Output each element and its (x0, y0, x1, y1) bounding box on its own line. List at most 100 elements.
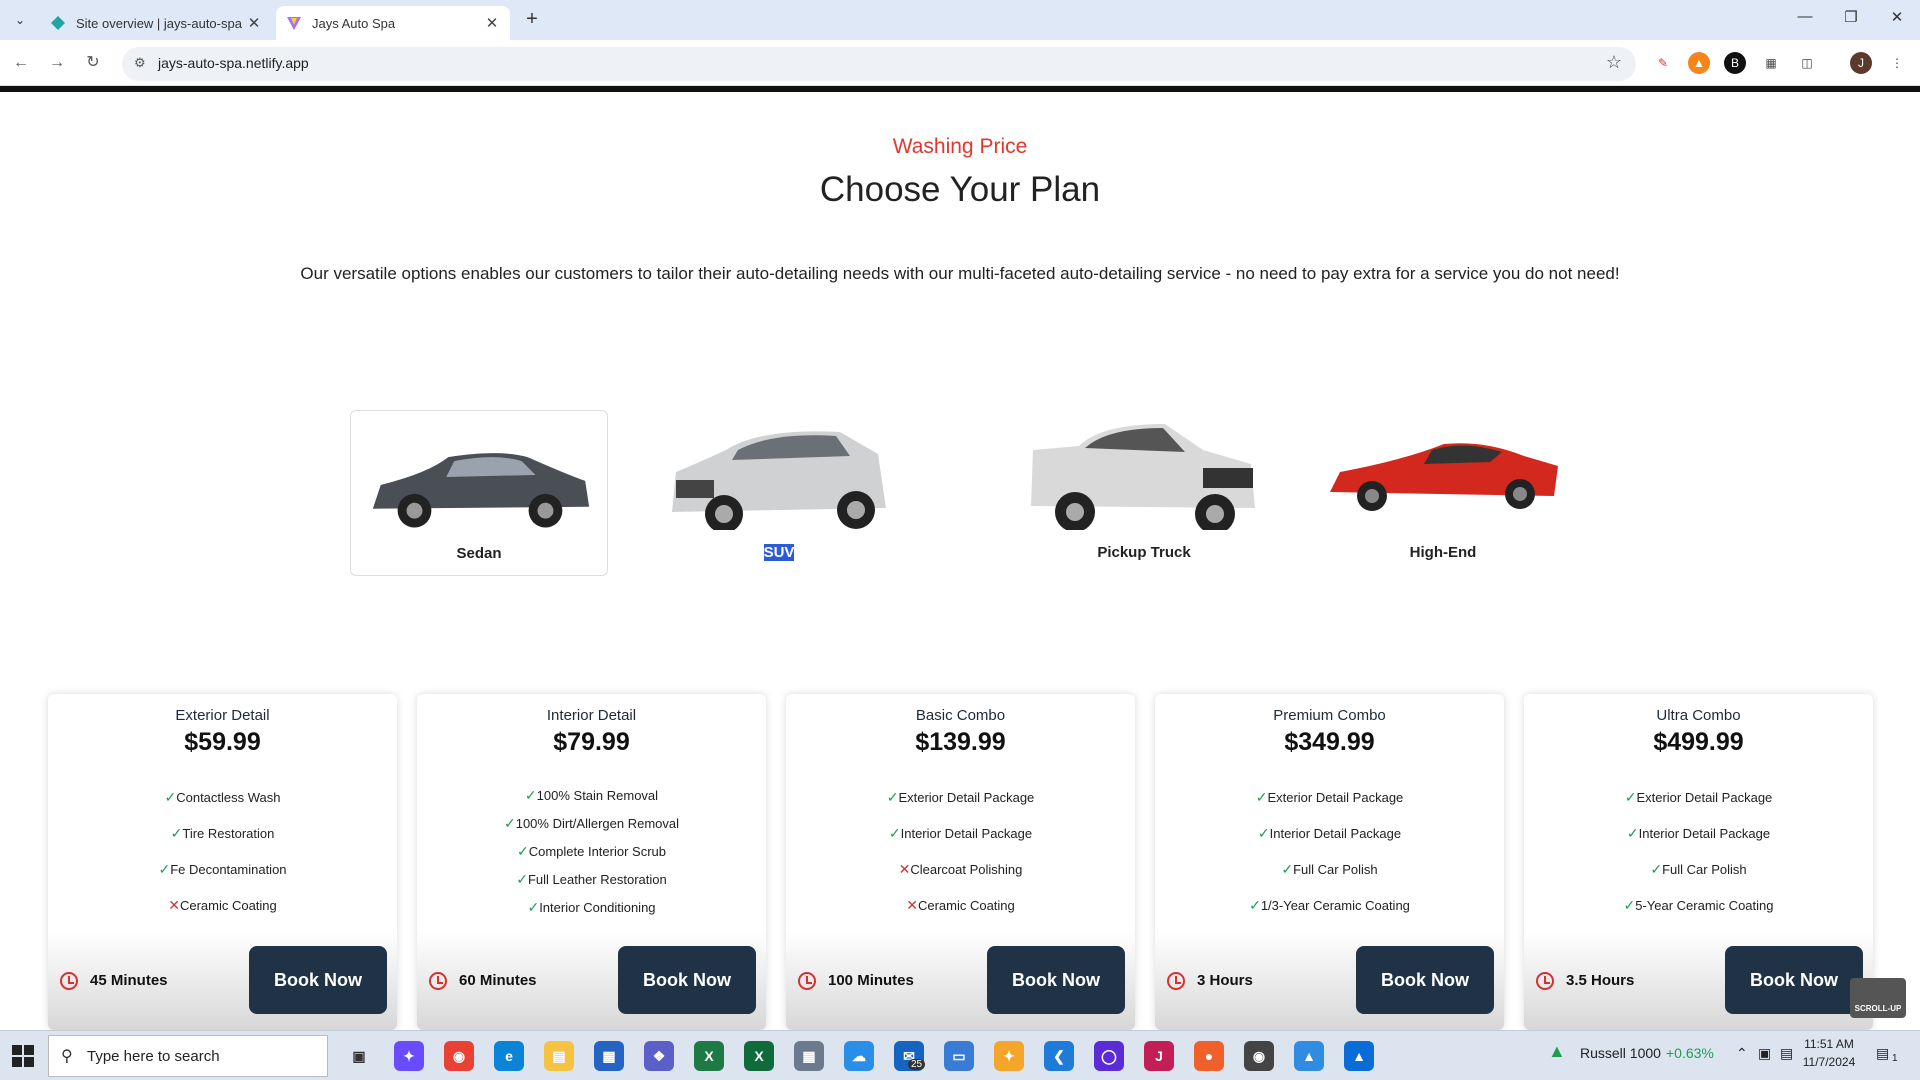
book-now-button[interactable]: Book Now (249, 946, 387, 1014)
plan-card-exterior-detail: Exterior Detail $59.99 ✓Contactless Wash… (48, 694, 397, 1030)
plan-card-basic-combo: Basic Combo $139.99 ✓Exterior Detail Pac… (786, 694, 1135, 1030)
feature-text: Tire Restoration (182, 826, 275, 841)
address-bar[interactable]: ⚙ jays-auto-spa.netlify.app ☆ (122, 47, 1636, 81)
github-icon[interactable]: ◉ (1244, 1041, 1274, 1071)
book-now-button[interactable]: Book Now (618, 946, 756, 1014)
plan-duration: 100 Minutes (828, 972, 914, 989)
close-tab-icon[interactable]: ✕ (244, 14, 264, 32)
suv-car-image (672, 431, 886, 530)
extensions-puzzle-icon[interactable]: ◫ (1796, 52, 1818, 74)
close-window-icon[interactable]: ✕ (1874, 8, 1920, 32)
app-blue-icon[interactable]: ▲ (1294, 1041, 1324, 1071)
pen-extension-icon[interactable]: ✎ (1652, 52, 1674, 74)
tab-title: Jays Auto Spa (312, 15, 396, 31)
feature-text: Contactless Wash (176, 790, 281, 805)
plan-features: ✓100% Stain Removal ✓100% Dirt/Allergen … (417, 786, 766, 926)
back-icon[interactable]: ← (8, 50, 34, 76)
feature-item: ✓Interior Detail Package (786, 824, 1135, 860)
check-icon: ✓ (164, 789, 177, 805)
notification-center-icon[interactable]: ▤ (1876, 1045, 1889, 1062)
clock-date: 11/7/2024 (1802, 1055, 1856, 1069)
postman-icon[interactable]: ● (1194, 1041, 1224, 1071)
teams-icon[interactable]: ❖ (644, 1041, 674, 1071)
new-tab-button[interactable]: + (520, 8, 544, 32)
chrome-icon[interactable]: ◉ (444, 1041, 474, 1071)
menu-kebab-icon[interactable]: ⋮ (1886, 52, 1908, 74)
feature-item: ✕Ceramic Coating (786, 896, 1135, 932)
jetbrains-icon[interactable]: J (1144, 1041, 1174, 1071)
forward-icon[interactable]: → (44, 50, 70, 76)
feature-item: ✓Full Car Polish (1155, 860, 1504, 896)
feature-item: ✓5-Year Ceramic Coating (1524, 896, 1873, 932)
metamask-extension-icon[interactable]: ▲ (1688, 52, 1710, 74)
vehicle-label: SUV (650, 544, 908, 561)
check-icon: ✓ (516, 871, 528, 887)
network-icon[interactable]: ▤ (1780, 1045, 1793, 1062)
task-view-icon[interactable]: ▣ (344, 1041, 374, 1071)
excel-alt-icon[interactable]: X (744, 1041, 774, 1071)
bookmark-star-icon[interactable]: ☆ (1606, 52, 1622, 73)
check-icon: ✓ (1281, 861, 1294, 877)
feature-text: 1/3-Year Ceramic Coating (1260, 898, 1410, 913)
check-icon: ✓ (888, 825, 901, 841)
minimize-icon[interactable]: — (1782, 8, 1828, 32)
close-tab-icon[interactable]: ✕ (482, 14, 502, 32)
windows-start-icon[interactable] (12, 1045, 34, 1067)
reload-icon[interactable]: ↻ (80, 50, 106, 76)
onedrive-icon[interactable]: ☁ (844, 1041, 874, 1071)
url-text[interactable]: jays-auto-spa.netlify.app (158, 55, 309, 71)
vehicle-option-pickup-truck[interactable]: Pickup Truck (1015, 410, 1273, 576)
stock-ticker-name[interactable]: Russell 1000 (1580, 1045, 1661, 1061)
tab-jays-auto-spa[interactable]: Jays Auto Spa ✕ (276, 6, 510, 40)
high-end-car-image (1330, 443, 1558, 511)
vpn-shield-icon[interactable]: ◯ (1094, 1041, 1124, 1071)
book-now-button[interactable]: Book Now (1356, 946, 1494, 1014)
vscode-icon[interactable]: ❮ (1044, 1041, 1074, 1071)
cross-icon: ✕ (168, 897, 180, 913)
store-icon[interactable]: ▦ (594, 1041, 624, 1071)
cross-icon: ✕ (906, 897, 918, 913)
taskbar-search-box[interactable]: ⚲ Type here to search (48, 1035, 328, 1077)
photos-icon[interactable]: ▲ (1344, 1041, 1374, 1071)
calculator-icon[interactable]: ▦ (794, 1041, 824, 1071)
plan-features: ✓Exterior Detail Package ✓Interior Detai… (786, 788, 1135, 932)
file-explorer-icon[interactable]: ▤ (544, 1041, 574, 1071)
plan-footer: 60 Minutes Book Now (417, 932, 766, 1030)
book-now-button[interactable]: Book Now (1725, 946, 1863, 1014)
edge-icon[interactable]: e (494, 1041, 524, 1071)
profile-avatar[interactable]: J (1850, 52, 1872, 74)
copilot-icon[interactable]: ✦ (394, 1041, 424, 1071)
excel-icon[interactable]: X (694, 1041, 724, 1071)
remote-desktop-icon[interactable]: ▭ (944, 1041, 974, 1071)
vehicle-option-high-end[interactable]: High-End (1314, 410, 1572, 576)
scroll-up-button[interactable]: SCROLL-UP (1850, 978, 1906, 1018)
tab-list-chevron-icon[interactable]: ⌄ (8, 8, 32, 32)
vehicle-label: High-End (1409, 544, 1477, 561)
site-info-icon[interactable]: ⚙ (134, 55, 146, 71)
meet-now-icon[interactable]: ▣ (1758, 1045, 1771, 1062)
clock-icon (798, 972, 816, 990)
search-icon: ⚲ (61, 1048, 73, 1065)
b-extension-icon[interactable]: B (1724, 52, 1746, 74)
plan-price: $79.99 (553, 728, 630, 756)
check-icon: ✓ (1626, 825, 1639, 841)
show-hidden-icons-icon[interactable]: ⌃ (1736, 1045, 1748, 1062)
restore-icon[interactable]: ❐ (1828, 8, 1874, 32)
app-colorful-icon[interactable]: ✦ (994, 1041, 1024, 1071)
vehicle-option-sedan[interactable]: Sedan (350, 410, 608, 576)
check-icon: ✓ (158, 861, 171, 877)
feature-text: Ceramic Coating (179, 898, 277, 913)
feature-text: Full Car Polish (1662, 862, 1747, 877)
feature-text: 100% Stain Removal (536, 788, 659, 803)
feature-text: Clearcoat Polishing (910, 862, 1023, 877)
plan-duration: 45 Minutes (90, 972, 168, 989)
vehicle-option-suv[interactable]: SUV (650, 410, 908, 576)
feature-text: 100% Dirt/Allergen Removal (515, 816, 680, 831)
windows-taskbar: ⚲ Type here to search ▣ ✦ ◉ e ▤ ▦ ❖ X X … (0, 1030, 1920, 1080)
notification-count: 1 (1892, 1053, 1898, 1064)
system-clock[interactable]: 11:51 AM 11/7/2024 (1798, 1035, 1860, 1071)
feature-item: ✓Contactless Wash (48, 788, 397, 824)
tab-site-overview[interactable]: Site overview | jays-auto-spa | N ✕ (40, 6, 272, 40)
qr-extension-icon[interactable]: ▦ (1760, 52, 1782, 74)
book-now-button[interactable]: Book Now (987, 946, 1125, 1014)
